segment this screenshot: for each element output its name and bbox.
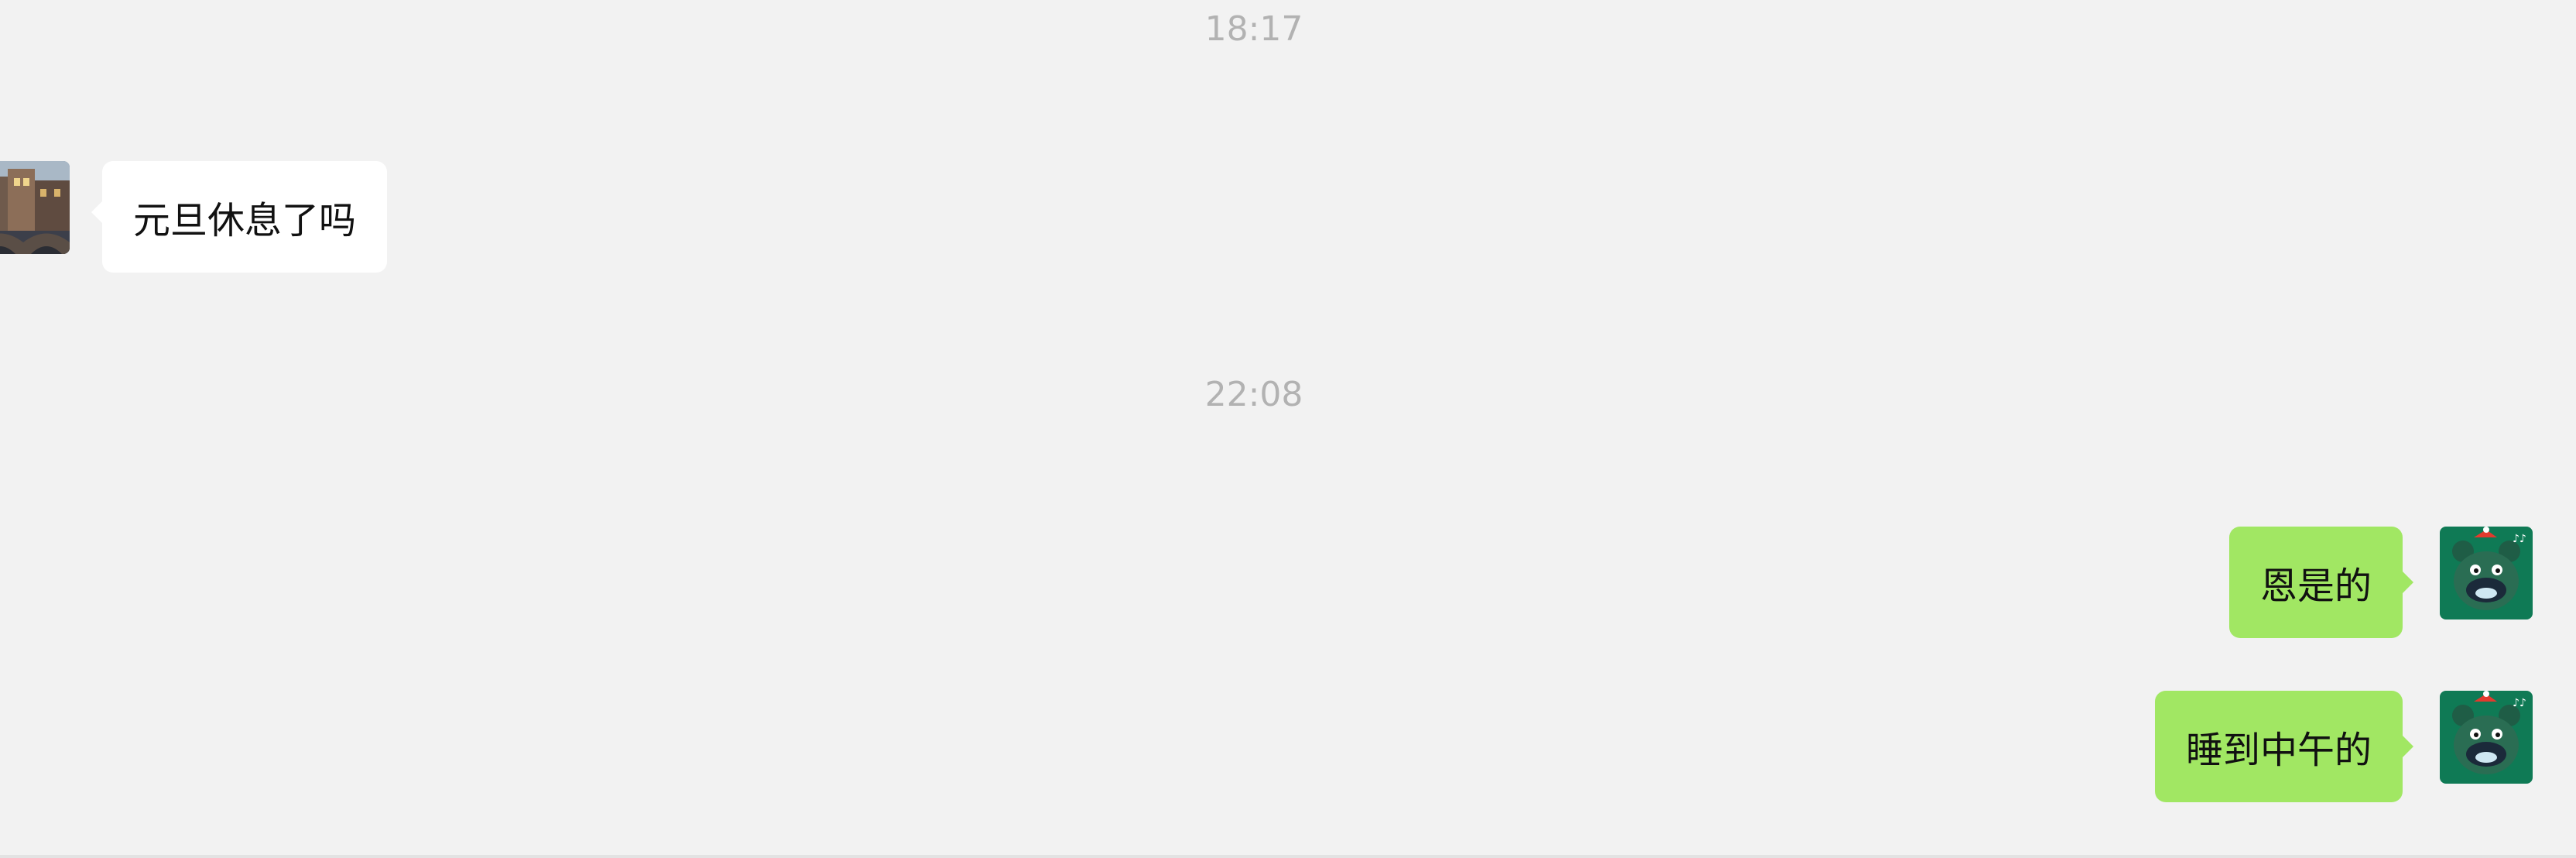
user-avatar[interactable]: ♪♪	[2440, 691, 2533, 784]
contact-avatar[interactable]	[0, 161, 70, 254]
message-text: 恩是的	[2259, 565, 2372, 608]
city-photo-avatar-icon	[0, 161, 70, 254]
message-timestamp: 22:08	[1204, 375, 1303, 414]
green-bear-avatar-icon: ♪♪	[2440, 691, 2533, 784]
green-bear-avatar-icon: ♪♪	[2440, 527, 2533, 619]
svg-text:♪♪: ♪♪	[2513, 533, 2526, 545]
svg-text:♪♪: ♪♪	[2513, 697, 2526, 709]
divider	[0, 855, 2576, 858]
message-text: 元旦休息了吗	[133, 199, 357, 242]
message-bubble-incoming[interactable]: 元旦休息了吗	[91, 161, 388, 273]
message-bubble-outgoing[interactable]: 恩是的	[2228, 527, 2414, 638]
message-bubble-outgoing[interactable]: 睡到中午的	[2154, 691, 2414, 802]
message-text: 睡到中午的	[2185, 729, 2372, 772]
message-timestamp: 18:17	[1204, 9, 1303, 49]
user-avatar[interactable]: ♪♪	[2440, 527, 2533, 619]
